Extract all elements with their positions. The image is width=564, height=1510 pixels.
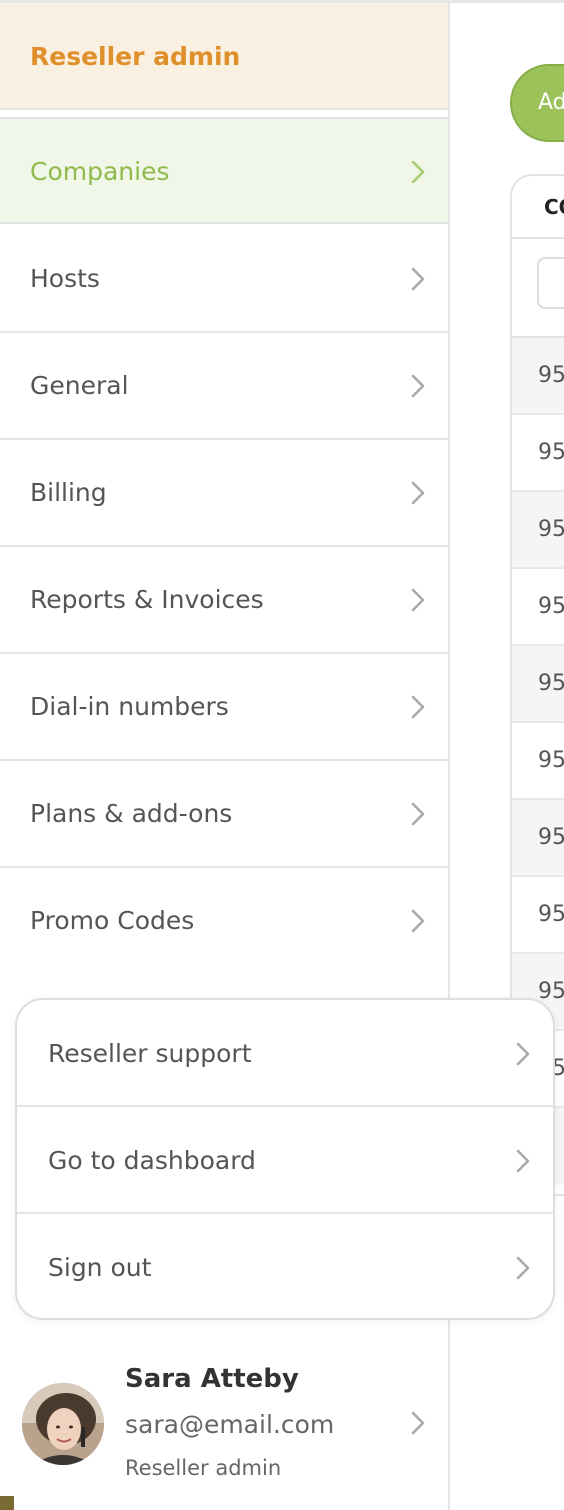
account-menu-popup: Reseller support Go to dashboard Sign ou… <box>15 998 555 1320</box>
table-row[interactable]: 95 <box>512 877 564 954</box>
chevron-right-icon <box>516 1256 530 1280</box>
sidebar-title: Reseller admin <box>30 42 241 71</box>
menu-item-go-to-dashboard[interactable]: Go to dashboard <box>17 1107 553 1214</box>
table-cell: 95 <box>538 594 564 619</box>
sidebar-header: Reseller admin <box>0 3 448 110</box>
chevron-right-icon <box>411 160 425 184</box>
chevron-right-icon <box>516 1042 530 1066</box>
sidebar-item-hosts[interactable]: Hosts <box>0 226 448 333</box>
chevron-right-icon <box>411 695 425 719</box>
user-profile-button[interactable]: Sara Atteby sara@email.com Reseller admi… <box>0 1340 448 1510</box>
sidebar-item-label: General <box>30 371 129 400</box>
table-cell: 95 <box>538 517 564 542</box>
menu-item-label: Go to dashboard <box>48 1146 256 1175</box>
sidebar-item-label: Promo Codes <box>30 906 195 935</box>
menu-item-label: Reseller support <box>48 1039 252 1068</box>
menu-item-reseller-support[interactable]: Reseller support <box>17 1000 553 1107</box>
table-column-header[interactable]: CO <box>512 176 564 239</box>
sidebar-item-label: Hosts <box>30 264 100 293</box>
chevron-right-icon <box>516 1149 530 1173</box>
avatar <box>22 1383 104 1465</box>
table-cell: 95 <box>538 671 564 696</box>
sidebar-item-promo-codes[interactable]: Promo Codes <box>0 868 448 975</box>
sidebar-item-label: Companies <box>30 157 170 186</box>
table-cell: 95 <box>538 748 564 773</box>
chevron-right-icon <box>411 1411 425 1435</box>
chevron-right-icon <box>411 481 425 505</box>
sidebar-item-reports-invoices[interactable]: Reports & Invoices <box>0 547 448 654</box>
table-row[interactable]: 95 <box>512 415 564 492</box>
chevron-right-icon <box>411 909 425 933</box>
corner-accent <box>0 1496 14 1510</box>
sidebar-item-general[interactable]: General <box>0 333 448 440</box>
user-photo <box>22 1383 104 1465</box>
table-row[interactable]: 95 <box>512 338 564 415</box>
menu-item-label: Sign out <box>48 1253 152 1282</box>
sidebar-item-label: Dial-in numbers <box>30 692 229 721</box>
top-divider <box>450 0 564 3</box>
table-row[interactable]: 95 <box>512 569 564 646</box>
table-row[interactable]: 95 <box>512 800 564 877</box>
sidebar-item-plans-add-ons[interactable]: Plans & add-ons <box>0 761 448 868</box>
table-cell: 95 <box>538 363 564 388</box>
sidebar-item-label: Plans & add-ons <box>30 799 233 828</box>
user-role: Reseller admin <box>125 1456 282 1480</box>
table-cell: 95 <box>538 440 564 465</box>
add-company-button[interactable]: Add <box>510 64 564 142</box>
sidebar-item-dial-in-numbers[interactable]: Dial-in numbers <box>0 654 448 761</box>
sidebar-item-label: Reports & Invoices <box>30 585 264 614</box>
table-row[interactable]: 95 <box>512 492 564 569</box>
table-cell: 95 <box>538 902 564 927</box>
sidebar-item-companies[interactable]: Companies <box>0 117 448 224</box>
menu-item-sign-out[interactable]: Sign out <box>17 1214 553 1318</box>
chevron-right-icon <box>411 802 425 826</box>
table-filter-input[interactable] <box>537 257 564 309</box>
chevron-right-icon <box>411 374 425 398</box>
sidebar-item-billing[interactable]: Billing <box>0 440 448 547</box>
sidebar-item-label: Billing <box>30 478 107 507</box>
chevron-right-icon <box>411 588 425 612</box>
table-filter-row <box>512 239 564 338</box>
user-email: sara@email.com <box>125 1410 335 1439</box>
table-cell: 95 <box>538 825 564 850</box>
user-name: Sara Atteby <box>125 1364 299 1394</box>
table-row[interactable]: 95 <box>512 723 564 800</box>
chevron-right-icon <box>411 267 425 291</box>
table-row[interactable]: 95 <box>512 646 564 723</box>
